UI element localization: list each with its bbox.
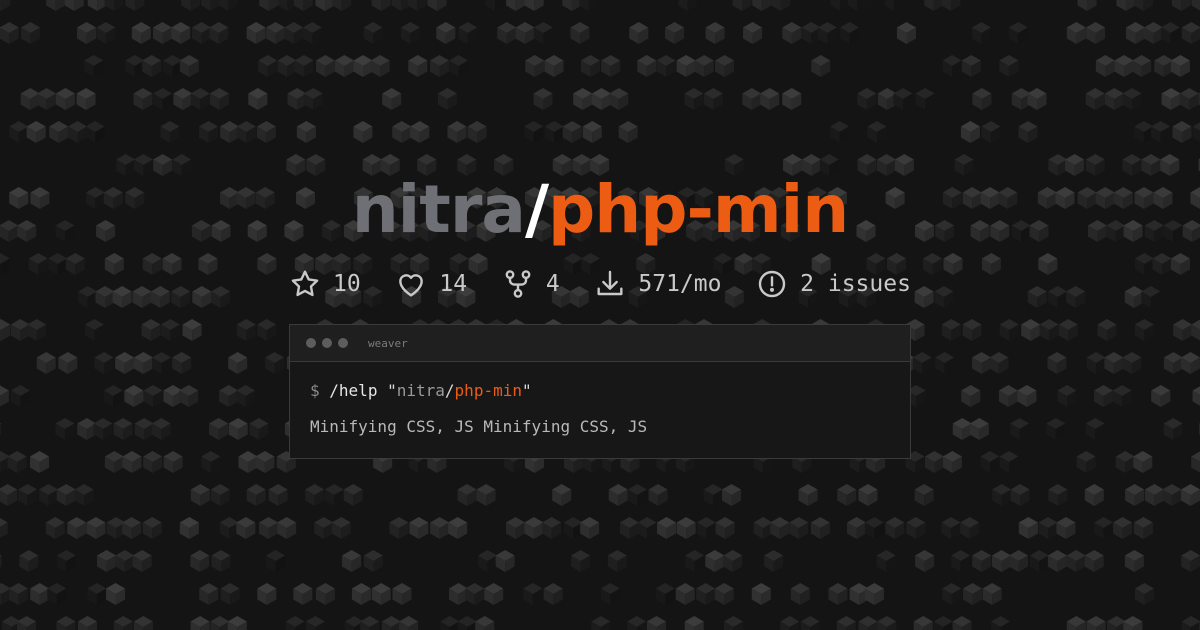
window-dot	[322, 338, 332, 348]
forks-stat: 4	[502, 268, 560, 300]
repo-owner: nitra	[351, 171, 526, 248]
forks-count: 4	[545, 271, 560, 297]
command-text: /help	[329, 381, 378, 400]
likes-count: 14	[439, 271, 468, 297]
title-slash: /	[524, 171, 549, 248]
command-arg-repo: php-min	[454, 381, 522, 400]
page-title: nitra/php-min	[0, 170, 1200, 250]
likes-stat: 14	[395, 268, 467, 300]
issues-stat: 2 issues	[756, 268, 911, 300]
star-icon	[291, 270, 319, 297]
stats-row: 10 14 4 571/mo 2 issues	[289, 264, 911, 304]
command-arg-owner: nitra	[396, 381, 445, 400]
download-icon	[597, 270, 623, 296]
command-line: $ /help "nitra/php-min"	[310, 381, 532, 400]
window-dot	[338, 338, 348, 348]
stars-stat: 10	[289, 268, 361, 300]
command-arg-slash: /	[444, 381, 455, 400]
terminal-title-bar: weaver	[290, 325, 910, 362]
terminal-window: weaver $ /help "nitra/php-min" Minifying…	[289, 324, 911, 459]
fork-icon	[505, 270, 531, 298]
terminal-title: weaver	[368, 336, 408, 350]
downloads-count: 571/mo	[638, 271, 722, 297]
command-output: Minifying CSS, JS Minifying CSS, JS	[310, 417, 648, 436]
downloads-stat: 571/mo	[594, 268, 721, 300]
heart-icon	[399, 274, 424, 297]
window-dot	[306, 338, 316, 348]
stars-count: 10	[333, 271, 361, 297]
issue-icon	[758, 270, 786, 298]
terminal-body: $ /help "nitra/php-min" Minifying CSS, J…	[290, 362, 910, 452]
cube-pattern-background	[0, 0, 1200, 630]
repo-name: php-min	[548, 171, 849, 248]
prompt-symbol: $	[310, 381, 320, 400]
issues-count: 2 issues	[800, 271, 911, 297]
